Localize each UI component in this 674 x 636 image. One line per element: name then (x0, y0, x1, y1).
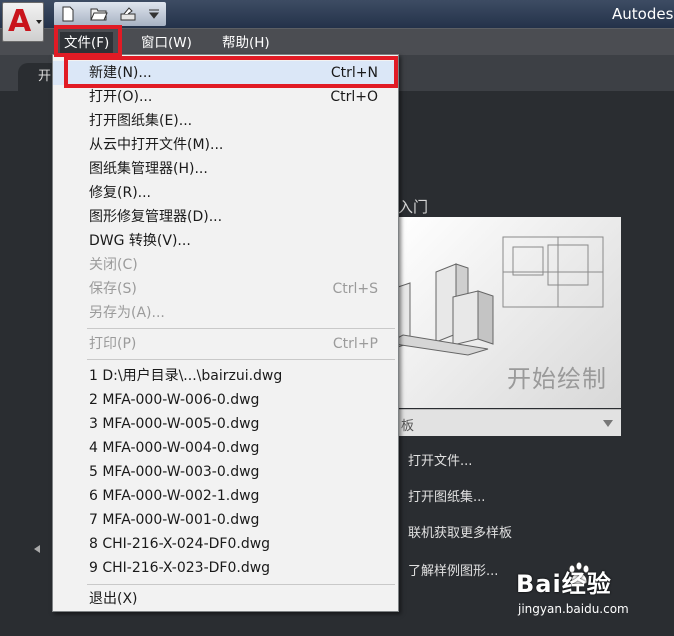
menu-separator (87, 359, 395, 360)
link-open-file[interactable]: 打开文件... (408, 450, 472, 469)
open-icon[interactable] (90, 6, 108, 22)
menu-item-exit[interactable]: 退出(X) (53, 587, 398, 611)
scroll-left-icon[interactable] (34, 545, 40, 553)
plot-icon[interactable] (118, 6, 138, 22)
menu-separator (87, 584, 395, 585)
template-label: 板 (401, 419, 415, 434)
menu-item-dwg-convert[interactable]: DWG 转换(V)... (53, 229, 398, 253)
menu-item-save-as[interactable]: 另存为(A)... (53, 301, 398, 325)
watermark-url: jingyan.baidu.com (518, 602, 629, 616)
title-bar: Autodes (0, 0, 674, 28)
recent-file-item[interactable]: 4 MFA-000-W-004-0.dwg (53, 436, 398, 460)
customize-dropdown-icon[interactable] (148, 9, 160, 19)
window-title: Autodes (612, 5, 674, 23)
recent-file-item[interactable]: 2 MFA-000-W-006-0.dwg (53, 388, 398, 412)
start-drawing-preview[interactable]: 开始绘制 (398, 217, 621, 408)
link-open-sheet-set[interactable]: 打开图纸集... (408, 486, 485, 505)
menu-help[interactable]: 帮助(H) (218, 32, 274, 54)
preview-caption: 开始绘制 (507, 365, 607, 393)
link-sample-drawings[interactable]: 了解样例图形... (408, 560, 498, 579)
quick-access-toolbar (54, 2, 166, 26)
link-get-more-templates[interactable]: 联机获取更多样板 (408, 522, 512, 541)
highlight-box-new-item (64, 56, 398, 88)
recent-file-item[interactable]: 5 MFA-000-W-003-0.dwg (53, 460, 398, 484)
highlight-box-file-menu (54, 25, 122, 57)
menu-item-close[interactable]: 关闭(C) (53, 253, 398, 277)
menu-item-sheet-set-manager[interactable]: 图纸集管理器(H)... (53, 157, 398, 181)
section-title-getting-started: 入门 (398, 198, 429, 216)
autocad-logo-icon: A (8, 4, 32, 39)
recent-file-item[interactable]: 8 CHI-216-X-024-DF0.dwg (53, 532, 398, 556)
menu-item-save[interactable]: 保存(S) Ctrl+S (53, 277, 398, 301)
menu-item-open-sheet-set[interactable]: 打开图纸集(E)... (53, 109, 398, 133)
menu-item-drawing-recovery-manager[interactable]: 图形修复管理器(D)... (53, 205, 398, 229)
recent-file-item[interactable]: 6 MFA-000-W-002-1.dwg (53, 484, 398, 508)
menu-window[interactable]: 窗口(W) (137, 32, 196, 54)
chevron-down-icon (603, 420, 613, 427)
menu-item-open[interactable]: 打开(O)... Ctrl+O (53, 85, 398, 109)
recent-file-item[interactable]: 9 CHI-216-X-023-DF0.dwg (53, 556, 398, 580)
application-menu-button[interactable]: A (2, 2, 44, 42)
watermark-text: Bai经验 (516, 570, 612, 598)
menu-item-open-from-cloud[interactable]: 从云中打开文件(M)... (53, 133, 398, 157)
file-menu-dropdown: 新建(N)... Ctrl+N 打开(O)... Ctrl+O 打开图纸集(E)..… (52, 54, 399, 612)
recent-file-item[interactable]: 3 MFA-000-W-005-0.dwg (53, 412, 398, 436)
template-dropdown[interactable]: 板 (398, 409, 621, 436)
menu-item-print[interactable]: 打印(P) Ctrl+P (53, 332, 398, 356)
new-icon[interactable] (60, 6, 76, 22)
baidu-watermark: Bai经验 jingyan.baidu.com (516, 556, 642, 628)
recent-file-item[interactable]: 1 D:\用户目录\...\bairzui.dwg (53, 364, 398, 388)
menu-separator (87, 328, 395, 329)
recent-file-item[interactable]: 7 MFA-000-W-001-0.dwg (53, 508, 398, 532)
chevron-down-icon (36, 20, 42, 24)
menu-item-recover[interactable]: 修复(R)... (53, 181, 398, 205)
